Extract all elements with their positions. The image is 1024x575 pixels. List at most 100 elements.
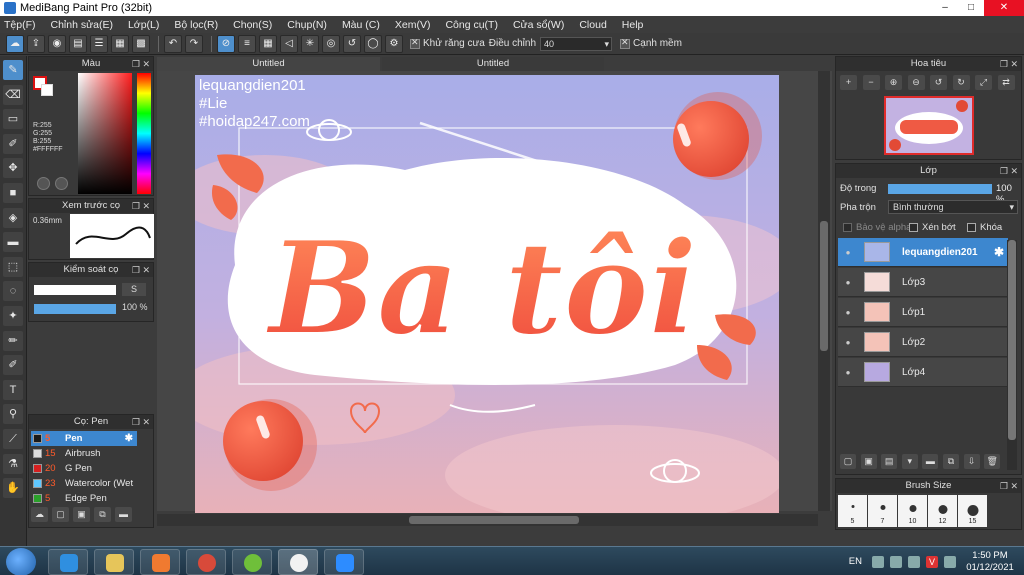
- navigator-preview[interactable]: [884, 96, 974, 155]
- volume-icon[interactable]: [944, 555, 956, 568]
- eyedropper-tool-icon[interactable]: ⚗: [3, 453, 23, 474]
- monitor-icon[interactable]: [908, 555, 920, 568]
- brush-item-watercolor[interactable]: 23 Watercolor (Wet: [31, 476, 137, 491]
- cloud-icon[interactable]: ☁: [6, 34, 24, 53]
- folder-icon[interactable]: ▬: [922, 454, 939, 469]
- protect-alpha-checkbox[interactable]: [843, 223, 852, 232]
- layer-item[interactable]: ● Lớp3: [838, 268, 1008, 297]
- text-tool-icon[interactable]: T: [3, 379, 23, 400]
- eraser-tool-icon[interactable]: ⌫: [3, 84, 23, 105]
- visibility-icon[interactable]: ●: [841, 308, 855, 317]
- menu-file[interactable]: Tệp(F): [4, 19, 36, 31]
- taskbar-chrome[interactable]: [186, 549, 226, 575]
- select-pen-tool-icon[interactable]: ✏: [3, 330, 23, 351]
- lock-checkbox[interactable]: [967, 223, 976, 232]
- flip-icon[interactable]: ⇄: [997, 75, 1015, 90]
- layer-item[interactable]: ● Lớp2: [838, 328, 1008, 357]
- taskbar-medibang[interactable]: [278, 549, 318, 575]
- rotate-left-icon[interactable]: ↺: [930, 75, 947, 90]
- taskbar-coc-coc[interactable]: [232, 549, 272, 575]
- panel-controls-icon[interactable]: ❐ ✕: [132, 415, 150, 429]
- close-button[interactable]: ✕: [984, 0, 1024, 16]
- brush-opacity-slider[interactable]: [34, 304, 116, 314]
- artwork-canvas[interactable]: Ba tôi lequangdien201 #Lie #hoidap247.co…: [195, 75, 779, 513]
- layer-item[interactable]: ● lequangdien201 ✱: [838, 238, 1008, 267]
- grid-snap-icon[interactable]: ▦: [259, 34, 277, 53]
- brush-item-airbrush[interactable]: 15 Airbrush: [31, 446, 137, 461]
- select-rect-tool-icon[interactable]: ⬚: [3, 256, 23, 277]
- scrollbar-thumb[interactable]: [820, 221, 828, 351]
- undo-icon[interactable]: ↶: [164, 34, 182, 53]
- snap-off-icon[interactable]: ⊘: [217, 34, 235, 53]
- brush-item-gpen[interactable]: 20 G Pen: [31, 461, 137, 476]
- bucket-tool-icon[interactable]: ◈: [3, 207, 23, 228]
- rectangle-tool-icon[interactable]: ▭: [3, 109, 23, 130]
- hue-slider[interactable]: [137, 73, 151, 194]
- taskbar-internet-explorer[interactable]: [48, 549, 88, 575]
- cloud-brush-icon[interactable]: ☁: [31, 507, 48, 522]
- menu-color[interactable]: Màu (C): [342, 19, 380, 31]
- share-icon[interactable]: ⇪: [27, 34, 45, 53]
- soft-edge-checkbox[interactable]: [620, 37, 631, 49]
- settings-icon[interactable]: ⚙: [385, 34, 403, 53]
- brush-size-preset[interactable]: 7: [868, 495, 897, 527]
- visibility-icon[interactable]: ●: [841, 338, 855, 347]
- list-icon[interactable]: ☰: [90, 34, 108, 53]
- adjust-select[interactable]: 40: [540, 36, 613, 51]
- layer-opacity-slider[interactable]: [888, 184, 992, 194]
- menu-select[interactable]: Chọn(S): [233, 19, 272, 31]
- add-brush-icon[interactable]: ▣: [73, 507, 90, 522]
- circle-snap-icon[interactable]: ◎: [322, 34, 340, 53]
- dot-tool-icon[interactable]: ✐: [3, 133, 23, 154]
- start-button[interactable]: [6, 548, 36, 575]
- redo-icon[interactable]: ↷: [185, 34, 203, 53]
- layer-item[interactable]: ● Lớp4: [838, 358, 1008, 387]
- gear-icon[interactable]: ✱: [994, 245, 1004, 259]
- clip-option[interactable]: Xén bớt: [906, 222, 956, 233]
- operation-tool-icon[interactable]: ⚲: [3, 404, 23, 425]
- move-tool-icon[interactable]: ✥: [3, 158, 23, 179]
- brush-size-preset[interactable]: 15: [958, 495, 987, 527]
- taskbar-zoom[interactable]: [324, 549, 364, 575]
- new-halftone-layer-icon[interactable]: ▣: [860, 454, 877, 469]
- menu-filter[interactable]: Bộ lọc(R): [174, 19, 218, 31]
- menu-help[interactable]: Help: [622, 19, 644, 31]
- grid-icon[interactable]: ▩: [132, 34, 150, 53]
- color-wheel-icon[interactable]: [37, 177, 50, 190]
- zoom-out-icon[interactable]: −: [862, 75, 880, 90]
- delete-layer-icon[interactable]: 🗑: [984, 454, 1001, 469]
- scrollbar-thumb[interactable]: [409, 516, 579, 524]
- canvas-vertical-scrollbar[interactable]: [818, 71, 830, 511]
- new-layer-icon[interactable]: ▢: [840, 454, 856, 469]
- fit-screen-icon[interactable]: ⊖: [907, 75, 925, 90]
- brush-item-pen[interactable]: 5 Pen ✱: [31, 431, 137, 446]
- blend-mode-select[interactable]: Bình thường: [888, 200, 1018, 214]
- visibility-icon[interactable]: ●: [841, 368, 855, 377]
- minimize-button[interactable]: –: [932, 0, 958, 16]
- duplicate-layer-icon[interactable]: ⧉: [942, 454, 959, 469]
- magic-wand-tool-icon[interactable]: ✦: [3, 305, 23, 326]
- add-layer-menu-icon[interactable]: ▾: [901, 454, 918, 469]
- panel-controls-icon[interactable]: ❐ ✕: [132, 263, 150, 277]
- fit-window-icon[interactable]: ⤢: [975, 75, 992, 90]
- ellipse-snap-icon[interactable]: ◯: [364, 34, 382, 53]
- clip-checkbox[interactable]: [909, 223, 918, 232]
- document-icon[interactable]: ▤: [69, 34, 87, 53]
- radial-snap-icon[interactable]: ✳: [301, 34, 319, 53]
- tray-arrow-icon[interactable]: [872, 555, 884, 568]
- curve-snap-icon[interactable]: ↺: [343, 34, 361, 53]
- zoom-in-icon[interactable]: +: [840, 75, 857, 90]
- menu-window[interactable]: Cửa sổ(W): [513, 19, 564, 31]
- panel-controls-icon[interactable]: ❐ ✕: [1000, 479, 1018, 493]
- panel-controls-icon[interactable]: ❐ ✕: [132, 57, 150, 71]
- scrollbar-thumb[interactable]: [1008, 240, 1016, 440]
- brush-size-preset[interactable]: 12: [928, 495, 957, 527]
- unikey-icon[interactable]: V: [926, 555, 938, 568]
- rotate-right-icon[interactable]: ↻: [952, 75, 970, 90]
- hand-tool-icon[interactable]: ✋: [3, 478, 23, 499]
- background-color-swatch[interactable]: [41, 84, 53, 96]
- layer-list-scrollbar[interactable]: [1007, 240, 1017, 470]
- merge-layer-icon[interactable]: ⇩: [963, 454, 980, 469]
- brush-size-slider[interactable]: [34, 285, 116, 295]
- menu-capture[interactable]: Chụp(N): [287, 19, 327, 31]
